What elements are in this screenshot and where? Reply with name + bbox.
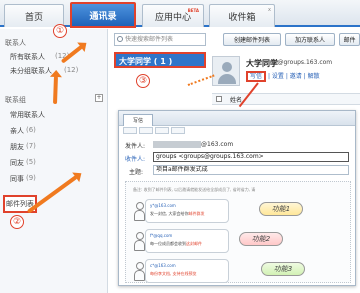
step-marker-1: ① xyxy=(53,24,67,38)
feature-bubble-1: 功能1 xyxy=(259,202,303,216)
tab-app-center-label: 应用中心 xyxy=(154,12,191,23)
sender-label: 发件人: xyxy=(125,143,146,150)
sidebar-item-group[interactable]: 朋友 xyxy=(10,142,24,152)
close-icon[interactable]: x xyxy=(268,7,271,13)
compose-preview: 写信 发件人: @163.com 收件人: groups <groups@gro… xyxy=(118,110,356,286)
step-marker-2: ② xyxy=(10,215,24,229)
ungrouped-count: (12) xyxy=(64,66,79,74)
tab-home[interactable]: 首页 xyxy=(4,4,64,27)
mail-list-panel: 快速搜索邮件列表 大学同学 ( 1 ) xyxy=(114,30,206,100)
person-icon xyxy=(134,202,145,222)
person-icon xyxy=(134,262,145,282)
sender-value: @163.com xyxy=(201,141,234,148)
close-button[interactable] xyxy=(171,127,185,134)
attach-button[interactable] xyxy=(155,127,169,134)
avatar xyxy=(212,56,240,86)
create-mail-list-button[interactable]: 创建邮件列表 xyxy=(223,33,281,46)
body-note: 备注: 收到了邮件列表, 以后邀请就能发送给全部成员了, 省时省力, 请 xyxy=(133,187,256,192)
sender-redaction xyxy=(153,141,201,148)
member-email: c*@163.com xyxy=(150,263,176,268)
dissolve-link[interactable]: 解散 xyxy=(308,73,320,80)
subject-label: 主题: xyxy=(129,169,144,176)
feature-bubble-2: 功能2 xyxy=(239,232,283,246)
search-icon xyxy=(117,36,123,42)
sidebar-item-group[interactable]: 同事 xyxy=(10,174,24,184)
tab-contacts[interactable]: 通讯录 xyxy=(70,2,136,28)
contacts-header: 联系人 xyxy=(5,39,26,47)
beta-badge: BETA xyxy=(187,8,199,13)
member-message-text: 发一封信, 大家会给你 xyxy=(150,211,189,216)
step-marker-3: ③ xyxy=(136,74,150,88)
tab-inbox-label: 收件箱 xyxy=(228,12,256,23)
member-message: 发一封信, 大家会给你邮件群发 xyxy=(150,211,205,217)
sidebar-item-group[interactable]: 常用联系人 xyxy=(10,110,45,120)
save-button[interactable] xyxy=(139,127,153,134)
member-card: f*@qq.com 每一位成员都会收到这封邮件 xyxy=(134,229,229,253)
compose-tab[interactable]: 写信 xyxy=(123,114,153,126)
settings-link[interactable]: 设置 xyxy=(272,73,284,80)
feature-bubble-3: 功能3 xyxy=(261,262,305,276)
search-placeholder: 快速搜索邮件列表 xyxy=(125,36,174,43)
member-email: f*@qq.com xyxy=(150,233,173,238)
add-group-button[interactable]: + xyxy=(95,94,103,102)
group-count: (5) xyxy=(26,158,36,166)
person-icon xyxy=(134,232,145,252)
tab-contacts-label: 通讯录 xyxy=(89,11,117,22)
tab-inbox[interactable]: 收件箱 x xyxy=(209,4,275,27)
to-label[interactable]: 收件人: xyxy=(125,154,145,163)
sidebar-item-group[interactable]: 亲人 xyxy=(10,126,24,136)
member-table-header: 姓名 xyxy=(212,93,360,105)
tab-home-label: 首页 xyxy=(24,12,43,23)
add-contact-button[interactable]: 加方联系人 xyxy=(285,33,335,46)
send-button[interactable] xyxy=(123,127,137,134)
search-input[interactable]: 快速搜索邮件列表 xyxy=(114,33,206,46)
member-message-text: 每一位成员都会收到 xyxy=(150,241,186,246)
member-message-highlight: 这封邮件 xyxy=(186,241,202,246)
member-card: c*@163.com 每份李文档, 支持在线预览 xyxy=(134,259,229,283)
member-message: 每一位成员都会收到这封邮件 xyxy=(150,241,202,247)
sidebar-item-all-contacts[interactable]: 所有联系人 xyxy=(10,52,45,62)
group-count: (9) xyxy=(26,174,36,182)
sidebar-item-ungrouped[interactable]: 未分组联系人 xyxy=(10,66,52,76)
groups-header: 联系组 xyxy=(5,96,26,104)
member-card: y*@163.com 发一封信, 大家会给你邮件群发 xyxy=(134,199,229,223)
group-email: de@groups.163.com xyxy=(270,59,333,66)
select-all-checkbox[interactable] xyxy=(216,96,222,102)
group-actions: 写信 | 设置 | 邀请 | 解散 xyxy=(246,71,320,82)
subject-field[interactable]: 项目a邮件群发式成 xyxy=(153,165,349,175)
list-item[interactable]: 大学同学 ( 1 ) xyxy=(114,52,206,68)
invite-link[interactable]: 邀请 xyxy=(290,73,302,80)
group-count: (6) xyxy=(26,126,36,134)
tab-app-center[interactable]: 应用中心 BETA xyxy=(142,4,204,27)
member-message-highlight: 邮件群发 xyxy=(188,211,205,216)
compose-toolbar: 写信 xyxy=(119,111,355,126)
more-button[interactable]: 邮件 xyxy=(339,33,360,46)
write-mail-link[interactable]: 写信 xyxy=(246,71,267,82)
member-message: 每份李文档, 支持在线预览 xyxy=(150,271,197,277)
to-field[interactable]: groups <groups@groups.163.com> xyxy=(153,152,349,162)
group-count: (7) xyxy=(26,142,36,150)
top-tab-bar: 首页 通讯录 应用中心 BETA 收件箱 x xyxy=(0,0,360,28)
member-email: y*@163.com xyxy=(150,203,176,208)
member-message-highlight: 每份李文档, 支持在线预览 xyxy=(150,271,197,276)
sidebar-item-group[interactable]: 同友 xyxy=(10,158,24,168)
